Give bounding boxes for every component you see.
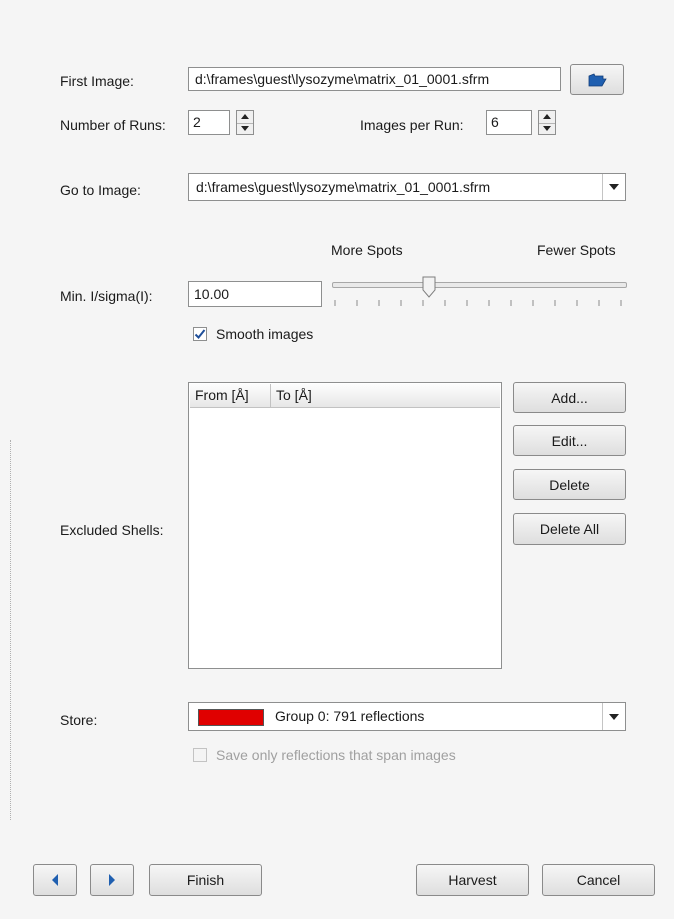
number-of-runs-spinner[interactable] xyxy=(236,110,254,135)
first-image-input[interactable]: d:\frames\guest\lysozyme\matrix_01_0001.… xyxy=(188,67,561,91)
chevron-down-icon[interactable] xyxy=(602,703,625,730)
checkmark-icon xyxy=(194,329,206,339)
min-isigma-input[interactable]: 10.00 xyxy=(188,281,322,307)
slider-ticks xyxy=(334,300,622,306)
arrow-left-icon xyxy=(52,874,58,886)
spot-threshold-slider[interactable] xyxy=(330,276,628,312)
harvest-button[interactable]: Harvest xyxy=(416,864,529,896)
excluded-shells-table[interactable]: From [Å] To [Å] xyxy=(188,382,502,669)
slider-track xyxy=(332,282,627,288)
min-isigma-label: Min. I/sigma(I): xyxy=(60,288,153,304)
images-per-run-label: Images per Run: xyxy=(360,117,464,133)
left-edge-divider xyxy=(10,440,11,820)
delete-shell-button[interactable]: Delete xyxy=(513,469,626,500)
number-of-runs-input[interactable]: 2 xyxy=(188,110,230,135)
chevron-down-icon[interactable] xyxy=(602,174,625,200)
smooth-images-label: Smooth images xyxy=(216,326,314,342)
save-span-checkbox[interactable] xyxy=(193,748,207,762)
previous-button[interactable] xyxy=(33,864,77,896)
browse-button[interactable] xyxy=(570,64,624,95)
first-image-label: First Image: xyxy=(60,73,134,89)
spin-up-icon[interactable] xyxy=(539,111,555,123)
smooth-images-checkbox[interactable] xyxy=(193,327,207,341)
store-dropdown[interactable]: Group 0: 791 reflections xyxy=(188,702,626,731)
save-span-label: Save only reflections that span images xyxy=(216,747,456,763)
next-button[interactable] xyxy=(90,864,134,896)
store-label: Store: xyxy=(60,712,98,728)
images-per-run-spinner[interactable] xyxy=(538,110,556,135)
cancel-button[interactable]: Cancel xyxy=(542,864,655,896)
fewer-spots-label: Fewer Spots xyxy=(537,242,616,258)
excluded-shells-label: Excluded Shells: xyxy=(60,522,164,538)
delete-all-shells-button[interactable]: Delete All xyxy=(513,513,626,545)
finish-button[interactable]: Finish xyxy=(149,864,262,896)
slider-thumb[interactable] xyxy=(422,276,436,298)
column-header-to[interactable]: To [Å] xyxy=(271,384,501,407)
table-header: From [Å] To [Å] xyxy=(190,384,500,408)
go-to-image-dropdown[interactable]: d:\frames\guest\lysozyme\matrix_01_0001.… xyxy=(188,173,626,201)
spin-down-icon[interactable] xyxy=(237,122,253,135)
spin-down-icon[interactable] xyxy=(539,122,555,135)
group-color-swatch xyxy=(198,709,264,726)
column-header-from[interactable]: From [Å] xyxy=(190,384,271,407)
go-to-image-value: d:\frames\guest\lysozyme\matrix_01_0001.… xyxy=(196,179,491,195)
go-to-image-label: Go to Image: xyxy=(60,182,141,198)
spin-up-icon[interactable] xyxy=(237,111,253,123)
more-spots-label: More Spots xyxy=(331,242,403,258)
add-shell-button[interactable]: Add... xyxy=(513,382,626,413)
images-per-run-input[interactable]: 6 xyxy=(486,110,532,135)
number-of-runs-label: Number of Runs: xyxy=(60,117,166,133)
folder-open-icon xyxy=(588,72,607,86)
arrow-right-icon xyxy=(109,874,115,886)
store-value: Group 0: 791 reflections xyxy=(275,708,425,724)
edit-shell-button[interactable]: Edit... xyxy=(513,425,626,456)
